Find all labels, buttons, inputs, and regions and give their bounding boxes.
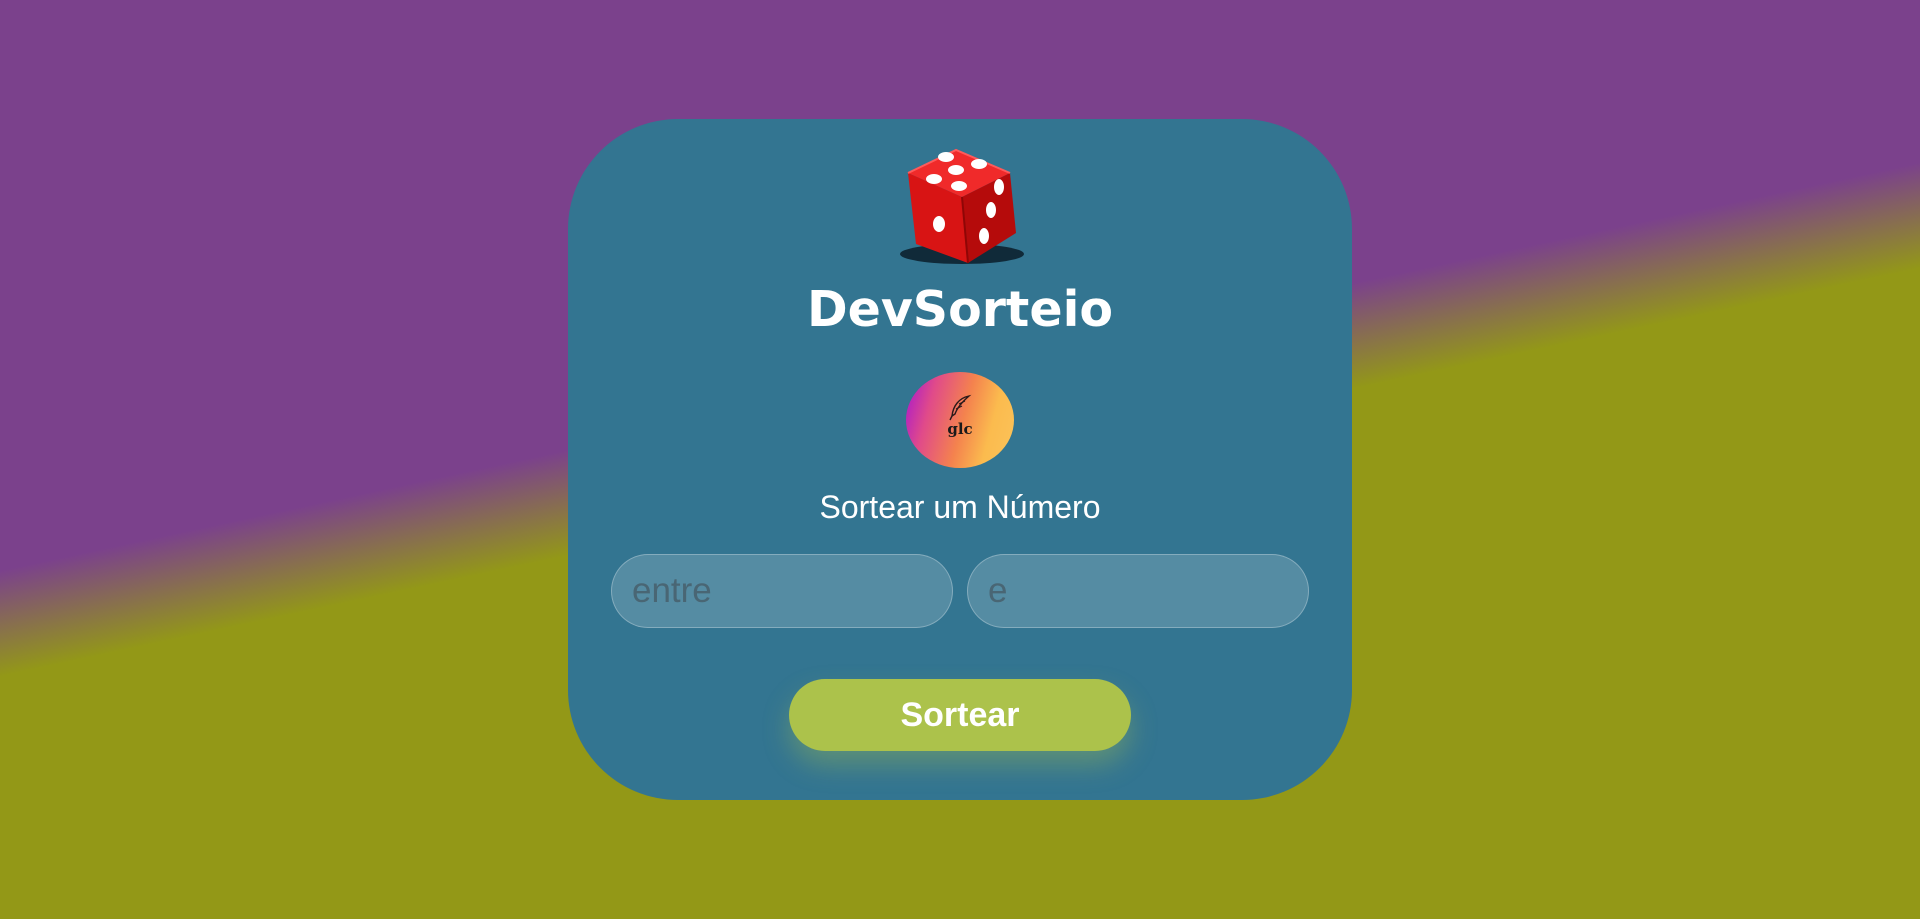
page-subtitle: Sortear um Número — [819, 489, 1101, 525]
draw-card: DevSorteio glc Sortear um Número Sortear — [568, 119, 1352, 800]
draw-button[interactable]: Sortear — [789, 679, 1131, 751]
brand-logo: glc — [906, 372, 1014, 468]
feather-quill-icon — [949, 394, 972, 421]
dice-icon — [896, 141, 1028, 273]
logo-text: glc — [947, 420, 973, 438]
min-number-input[interactable] — [611, 554, 953, 628]
max-number-input[interactable] — [967, 554, 1309, 628]
app-title: DevSorteio — [806, 281, 1114, 338]
